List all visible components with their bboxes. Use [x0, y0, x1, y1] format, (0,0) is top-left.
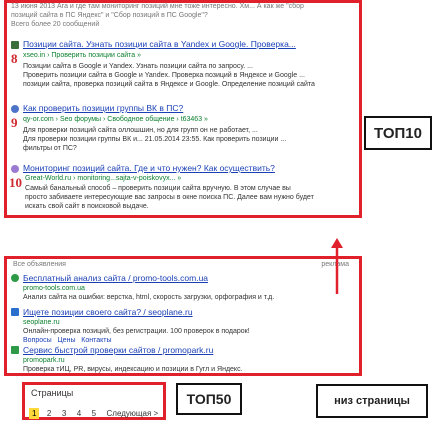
page-2[interactable]: 2: [44, 408, 54, 419]
result-snippet-line: искать свой сайт в поисковой выдаче.: [25, 203, 149, 210]
search-result-10: Мониторинг позиций сайта. Где и что нуже…: [9, 163, 357, 215]
top50-label: ТОП50: [176, 383, 242, 415]
ad-url[interactable]: promopark.ru: [23, 356, 65, 365]
ad-url[interactable]: seoplane.ru: [23, 318, 60, 327]
chevron-right-icon: >: [153, 409, 159, 418]
result-snippet-line: Для проверки позиции группы ВК и... 21.0…: [23, 136, 287, 143]
result-snippet-line: Проверить позиции сайта в Google и Yande…: [23, 72, 305, 79]
forum-snippet-line2: позиций сайта в ПС Яндекс" и "Сбор позиц…: [11, 12, 208, 19]
ad-item: Сервис быстрой проверки сайтов / promopa…: [11, 345, 311, 375]
site-favicon-icon: [11, 105, 19, 113]
pagination-links: 1 2 3 4 5 Следующая >: [29, 403, 161, 421]
result-snippet-line: фильтры от ПС?: [23, 145, 77, 152]
ad-sitelinks[interactable]: Вопросы Цены Контакты: [23, 336, 313, 345]
next-page-link[interactable]: Следующая >: [104, 408, 162, 419]
page-5[interactable]: 5: [89, 408, 99, 419]
top10-results-box: 13 июня 2013 Ага и где там мониторинг по…: [4, 0, 362, 218]
next-page-label: Следующая: [106, 409, 152, 418]
result-url[interactable]: Great-World.ru › monitoring...sajta-v-po…: [25, 174, 357, 183]
ad-favicon-icon: [11, 346, 19, 354]
result-title-link[interactable]: Мониторинг позиций сайта. Где и что нуже…: [23, 163, 357, 174]
top10-label: ТОП10: [364, 116, 432, 150]
result-snippet-line: Позиции сайта в Google и Yandex. Узнать …: [23, 63, 253, 70]
ad-desc: Онлайн-проверка позиций, без регистрации…: [23, 328, 250, 335]
result-snippet-line: Самый банальный способ – проверить позиц…: [25, 185, 291, 192]
search-result-9: Как проверить позиции группы ВК в ПС? 9 …: [11, 103, 357, 163]
ad-url[interactable]: promo-tools.com.ua: [23, 284, 85, 293]
site-favicon-icon: [11, 41, 19, 49]
ad-item: Бесплатный анализ сайта / promo-tools.co…: [11, 273, 311, 305]
result-url[interactable]: xseo.in › Проверить позиции сайта »: [23, 51, 357, 60]
result-snippet-line: Для проверки позиций сайта оллошшин, но …: [23, 127, 258, 134]
result-url[interactable]: qy-or.com › Seo форумы › Свободное общен…: [23, 115, 357, 124]
ads-box: Все объявления реклама Бесплатный анализ…: [4, 256, 362, 376]
ad-title-link[interactable]: Сервис быстрой проверки сайтов / promopa…: [23, 345, 313, 356]
result-title-link[interactable]: Позиции сайта. Узнать позиции сайта в Ya…: [23, 39, 357, 50]
search-result-8: Позиции сайта. Узнать позиции сайта в Ya…: [11, 39, 357, 99]
forum-snippet-line1: 13 июня 2013 Ага и где там мониторинг по…: [11, 3, 304, 10]
ad-desc: Анализ сайта на ошибки: верстка, html, с…: [23, 294, 275, 301]
result-snippet-line: просто забиваете интересующие вас запрос…: [25, 194, 314, 201]
result-title-link[interactable]: Как проверить позиции группы ВК в ПС?: [23, 103, 357, 114]
ads-all-link[interactable]: Все объявления: [13, 261, 66, 268]
ad-favicon-icon: [11, 274, 19, 282]
ad-title-link[interactable]: Ищете позиции своего сайта? / seoplane.r…: [23, 307, 313, 318]
pagination-title: Страницы: [31, 388, 74, 398]
ad-item: Ищете позиции своего сайта? / seoplane.r…: [11, 307, 313, 345]
rank-number: 9: [11, 115, 18, 130]
ad-favicon-icon: [11, 308, 19, 316]
rank-number: 10: [9, 175, 22, 190]
rank-number: 8: [11, 51, 18, 66]
site-favicon-icon: [11, 165, 19, 173]
page-bottom-label: низ страницы: [316, 384, 428, 418]
page-4[interactable]: 4: [74, 408, 84, 419]
page-3[interactable]: 3: [59, 408, 69, 419]
ad-desc: Проверка тИЦ, PR, вирусы, индексацию и п…: [23, 366, 243, 373]
ad-title-link[interactable]: Бесплатный анализ сайта / promo-tools.co…: [23, 273, 313, 284]
up-arrow-icon: [331, 238, 343, 294]
pagination-box: Страницы 1 2 3 4 5 Следующая >: [22, 382, 166, 420]
result-snippet-line: позиции сайта, проверка позиций сайта в …: [23, 81, 315, 88]
forum-snippet-count: Всего более 20 сообщений: [11, 21, 100, 28]
page-1[interactable]: 1: [29, 408, 40, 419]
